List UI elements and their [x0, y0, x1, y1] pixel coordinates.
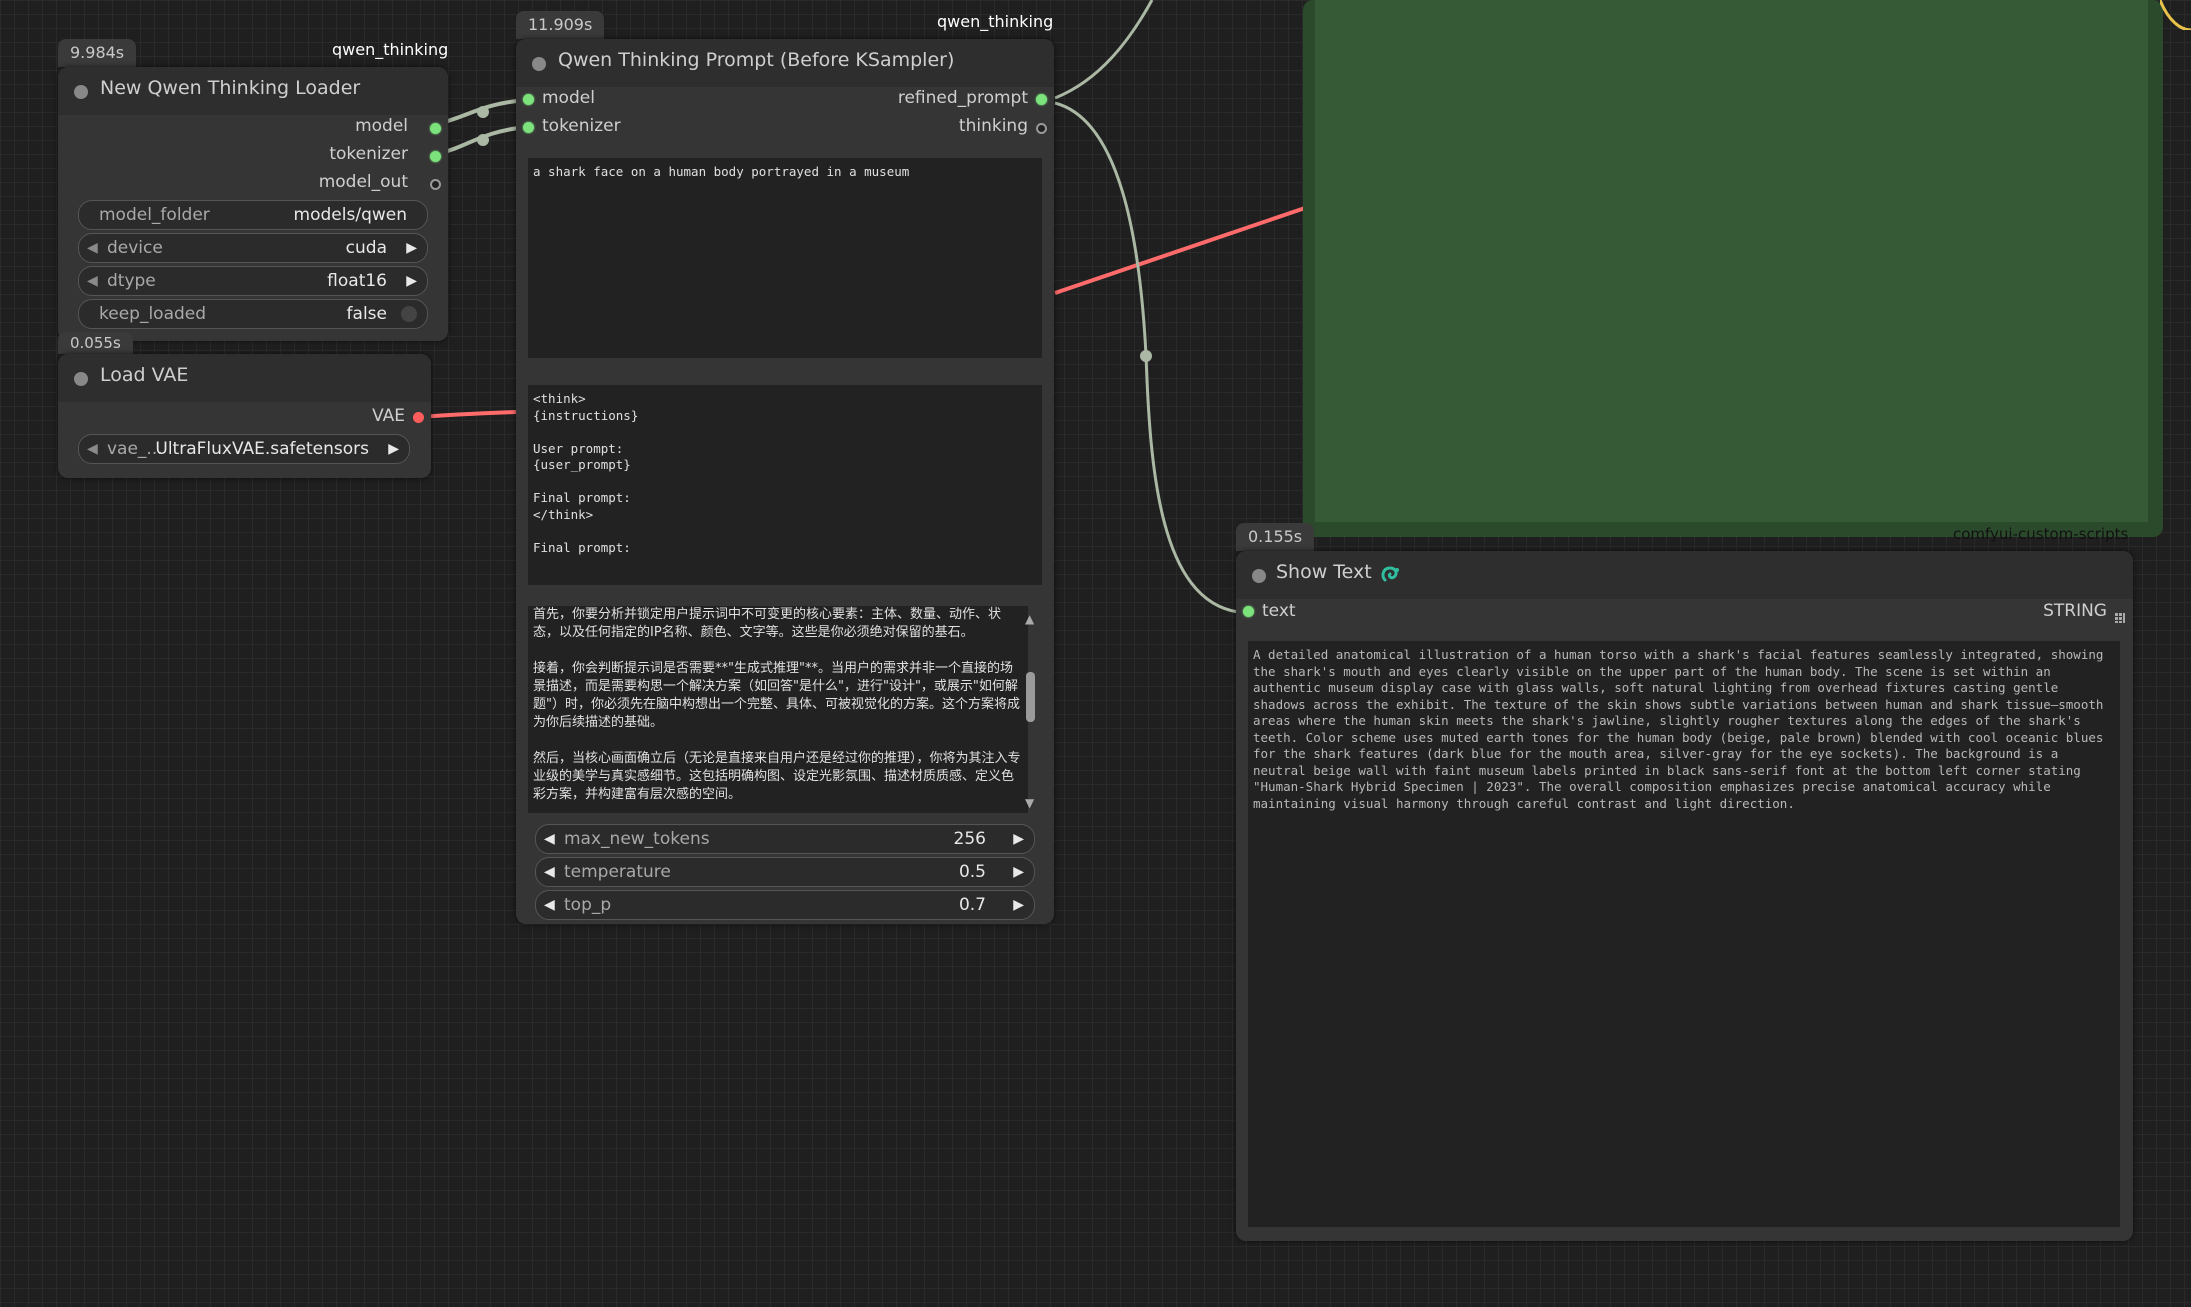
decrement-arrow-icon[interactable]: ◀: [544, 858, 555, 886]
widget-label: vae_...: [107, 439, 163, 459]
show-text-title: Show Text: [1276, 561, 1372, 583]
collapse-dot-icon[interactable]: [532, 57, 546, 71]
wire-refined-upper: [1054, 0, 1154, 100]
wire-vae: [419, 410, 517, 419]
vae-time-badge: 0.055s: [58, 332, 133, 354]
widget-label: top_p: [564, 895, 612, 915]
increment-arrow-icon[interactable]: ▶: [406, 267, 417, 295]
scroll-down-arrow-icon[interactable]: ▼: [1025, 796, 1034, 810]
show-text-title-bar[interactable]: Show Text: [1236, 551, 2133, 599]
wire-tokenizer-midpoint: [477, 134, 489, 146]
prompt-title-bar[interactable]: Qwen Thinking Prompt (Before KSampler): [516, 39, 1054, 87]
scroll-up-arrow-icon[interactable]: ▲: [1025, 612, 1034, 626]
scroll-thumb[interactable]: [1026, 672, 1035, 722]
output-socket-model[interactable]: [430, 123, 441, 134]
green-group-node[interactable]: [1303, 0, 2163, 537]
widget-label: keep_loaded: [99, 304, 207, 324]
model-folder-widget[interactable]: model_folder models/qwen: [78, 200, 428, 230]
widget-label: device: [107, 238, 163, 258]
wire-right-edge: [2158, 0, 2191, 32]
widget-value: float16: [327, 271, 387, 291]
increment-arrow-icon[interactable]: ▶: [406, 234, 417, 262]
loader-title-bar[interactable]: New Qwen Thinking Loader: [58, 67, 448, 115]
top-p-slider[interactable]: ◀ top_p 0.7 ▶: [535, 890, 1035, 920]
input-socket-text[interactable]: [1243, 606, 1254, 617]
output-label-model-out: model_out: [318, 172, 408, 192]
load-vae-node[interactable]: Load VAE VAE ◀ vae_... UltraFluxVAE.safe…: [58, 354, 431, 478]
widget-label: dtype: [107, 271, 156, 291]
widget-value: models/qwen: [293, 205, 407, 225]
input-label-tokenizer: tokenizer: [542, 116, 621, 136]
output-label-string: STRING: [2043, 601, 2107, 621]
collapse-dot-icon[interactable]: [1252, 569, 1266, 583]
temperature-slider[interactable]: ◀ temperature 0.5 ▶: [535, 857, 1035, 887]
collapse-dot-icon[interactable]: [74, 85, 88, 99]
green-group-canvas: [1315, 0, 2148, 522]
prompt-time-badge: 11.909s: [516, 11, 605, 39]
loader-time-badge: 9.984s: [58, 39, 137, 67]
decrement-arrow-icon[interactable]: ◀: [544, 825, 555, 853]
wire-model-midpoint: [477, 106, 489, 118]
increment-arrow-icon[interactable]: ▶: [388, 435, 399, 463]
output-socket-model-out[interactable]: [430, 179, 441, 190]
decrement-arrow-icon[interactable]: ◀: [87, 234, 98, 262]
max-new-tokens-slider[interactable]: ◀ max_new_tokens 256 ▶: [535, 824, 1035, 854]
widget-value: UltraFluxVAE.safetensors: [155, 439, 369, 459]
widget-value: false: [346, 304, 387, 324]
output-socket-vae[interactable]: [413, 412, 424, 423]
prompt-tag: qwen_thinking: [937, 12, 1054, 31]
instructions-scrollbar[interactable]: ▲ ▼: [1024, 612, 1038, 812]
decrement-arrow-icon[interactable]: ◀: [544, 891, 555, 919]
widget-value: cuda: [345, 238, 387, 258]
qwen-thinking-prompt-node[interactable]: Qwen Thinking Prompt (Before KSampler) m…: [516, 39, 1054, 924]
input-label-text: text: [1262, 601, 1296, 621]
keep-loaded-toggle[interactable]: keep_loaded false: [78, 299, 428, 329]
vae-name-combo[interactable]: ◀ vae_... UltraFluxVAE.safetensors ▶: [78, 434, 410, 464]
widget-value: 0.5: [958, 862, 986, 882]
loader-title: New Qwen Thinking Loader: [100, 77, 361, 99]
widget-label: temperature: [564, 862, 671, 882]
output-socket-thinking[interactable]: [1036, 123, 1047, 134]
output-label-tokenizer: tokenizer: [329, 144, 408, 164]
custom-scripts-label: comfyui-custom-scripts: [1953, 525, 2129, 543]
list-grid-icon[interactable]: [2115, 608, 2125, 623]
vae-title: Load VAE: [100, 364, 189, 386]
user-prompt-textarea[interactable]: a shark face on a human body portrayed i…: [528, 158, 1042, 358]
input-label-model: model: [542, 88, 595, 108]
vae-title-bar[interactable]: Load VAE: [58, 354, 431, 402]
dtype-combo[interactable]: ◀ dtype float16 ▶: [78, 266, 428, 296]
loader-tag: qwen_thinking: [332, 40, 449, 59]
reroute-dot: [1140, 350, 1152, 362]
widget-label: model_folder: [99, 205, 210, 225]
increment-arrow-icon[interactable]: ▶: [1013, 858, 1024, 886]
collapse-dot-icon[interactable]: [74, 372, 88, 386]
output-label-thinking: thinking: [958, 116, 1028, 136]
input-socket-tokenizer[interactable]: [523, 122, 534, 133]
widget-label: max_new_tokens: [564, 829, 710, 849]
wire-vae-out: [1054, 206, 1306, 295]
output-label-refined-prompt: refined_prompt: [897, 88, 1028, 108]
decrement-arrow-icon[interactable]: ◀: [87, 267, 98, 295]
input-socket-model[interactable]: [523, 94, 534, 105]
device-combo[interactable]: ◀ device cuda ▶: [78, 233, 428, 263]
show-text-node[interactable]: Show Text text STRING A detailed anatomi…: [1236, 551, 2133, 1241]
toggle-knob-icon[interactable]: [401, 306, 417, 322]
widget-value: 256: [953, 829, 986, 849]
output-label-model: model: [355, 116, 408, 136]
instructions-textarea[interactable]: 首先，你要分析并锁定用户提示词中不可变更的核心要素：主体、数量、动作、状态，以及…: [528, 606, 1028, 813]
qwen-loader-node[interactable]: New Qwen Thinking Loader model tokenizer…: [58, 67, 448, 341]
output-socket-refined-prompt[interactable]: [1036, 94, 1047, 105]
widget-value: 0.7: [958, 895, 986, 915]
increment-arrow-icon[interactable]: ▶: [1013, 825, 1024, 853]
increment-arrow-icon[interactable]: ▶: [1013, 891, 1024, 919]
output-text-area[interactable]: A detailed anatomical illustration of a …: [1248, 641, 2120, 1227]
decrement-arrow-icon[interactable]: ◀: [87, 435, 98, 463]
link-snake-icon: [1379, 562, 1403, 586]
output-socket-tokenizer[interactable]: [430, 151, 441, 162]
show-text-time-badge: 0.155s: [1236, 523, 1315, 551]
prompt-title: Qwen Thinking Prompt (Before KSampler): [558, 49, 955, 71]
output-label-vae: VAE: [372, 406, 405, 426]
template-textarea[interactable]: <think> {instructions} User prompt: {use…: [528, 385, 1042, 585]
